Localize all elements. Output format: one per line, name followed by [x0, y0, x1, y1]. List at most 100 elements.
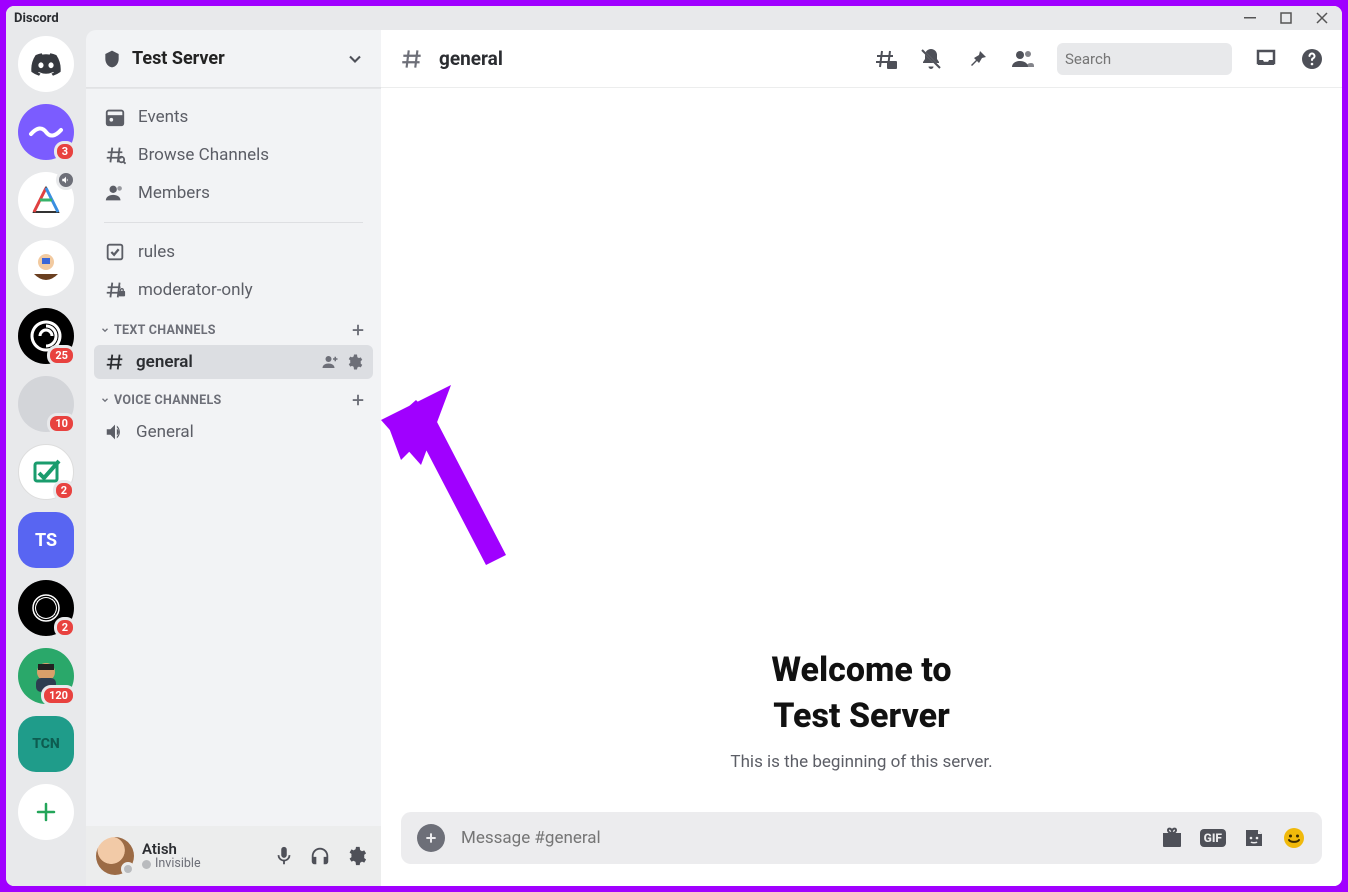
server-button[interactable]: 10 [18, 376, 74, 432]
server-button[interactable]: 3 [18, 104, 74, 160]
notifications-button[interactable] [919, 47, 943, 71]
window-close-button[interactable] [1310, 7, 1334, 29]
divider [104, 222, 363, 223]
server-label: TS [35, 530, 57, 551]
text-channels-category[interactable]: TEXT CHANNELS [94, 309, 373, 345]
members-label: Members [138, 183, 210, 203]
unread-badge: 3 [54, 141, 76, 162]
moderator-channel[interactable]: moderator-only [94, 271, 373, 309]
members-icon [1011, 47, 1035, 71]
rules-icon [104, 241, 126, 263]
channel-sidebar: Test Server Events Browse Channels Membe… [86, 30, 381, 886]
bell-mute-icon [919, 47, 943, 71]
app-name: Discord [14, 11, 59, 26]
threads-icon [873, 47, 897, 71]
members-nav[interactable]: Members [94, 174, 373, 212]
server-button[interactable]: TCN [18, 716, 74, 772]
chevron-down-icon [345, 49, 365, 69]
welcome-line1: Welcome to [771, 650, 951, 690]
window-maximize-button[interactable] [1274, 7, 1298, 29]
server-button[interactable] [18, 172, 74, 228]
gif-button[interactable]: GIF [1200, 829, 1226, 847]
browse-icon [104, 144, 126, 166]
add-channel-button[interactable] [349, 391, 367, 409]
server-boost-icon [102, 49, 122, 69]
server-button[interactable] [18, 240, 74, 296]
mute-button[interactable] [269, 841, 299, 871]
events-nav[interactable]: Events [94, 98, 373, 136]
server-icon [24, 246, 68, 290]
welcome-line2: Test Server [773, 696, 950, 736]
chevron-down-icon [100, 395, 110, 405]
hash-lock-icon [104, 279, 126, 301]
user-avatar[interactable] [96, 837, 134, 875]
threads-button[interactable] [873, 47, 897, 71]
add-channel-button[interactable] [349, 321, 367, 339]
speaker-icon [104, 421, 126, 443]
status-dot-icon [121, 862, 135, 876]
pin-icon [965, 47, 989, 71]
microphone-icon [273, 845, 295, 867]
sticker-icon [1242, 826, 1266, 850]
channel-name: General [136, 422, 194, 442]
inbox-button[interactable] [1254, 47, 1278, 71]
channel-title: general [439, 47, 503, 70]
home-server-button[interactable] [18, 36, 74, 92]
server-button[interactable]: 2 [18, 580, 74, 636]
titlebar: Discord [6, 6, 1342, 30]
search-input[interactable] [1065, 50, 1264, 68]
events-label: Events [138, 107, 188, 127]
gear-icon[interactable] [345, 353, 363, 371]
voice-channels-category[interactable]: VOICE CHANNELS [94, 379, 373, 415]
headphones-icon [309, 845, 331, 867]
browse-channels-nav[interactable]: Browse Channels [94, 136, 373, 174]
gear-icon [345, 845, 367, 867]
invite-icon[interactable] [321, 353, 339, 371]
unread-badge: 120 [41, 685, 76, 706]
pinned-button[interactable] [965, 47, 989, 71]
voice-channels-label: VOICE CHANNELS [114, 393, 222, 408]
discord-logo-icon [31, 52, 61, 76]
server-button[interactable]: 2 [18, 444, 74, 500]
server-label: TCN [32, 736, 60, 752]
sticker-button[interactable] [1242, 826, 1266, 850]
calendar-icon [104, 106, 126, 128]
search-box[interactable] [1057, 43, 1232, 75]
gift-icon [1160, 826, 1184, 850]
add-server-button[interactable] [18, 784, 74, 840]
emoji-icon [1282, 826, 1306, 850]
help-button[interactable] [1300, 47, 1324, 71]
server-header[interactable]: Test Server [86, 30, 381, 88]
text-channels-label: TEXT CHANNELS [114, 323, 216, 338]
server-button[interactable]: 120 [18, 648, 74, 704]
member-list-button[interactable] [1011, 47, 1035, 71]
server-button[interactable]: 25 [18, 308, 74, 364]
hash-icon [104, 351, 126, 373]
server-button[interactable]: TS [18, 512, 74, 568]
channel-name: general [136, 352, 193, 372]
server-rail: 3 25 10 2 TS 2 [6, 30, 86, 886]
voice-indicator-icon [56, 170, 76, 190]
user-settings-button[interactable] [341, 841, 371, 871]
unread-badge: 2 [54, 617, 76, 638]
gift-button[interactable] [1160, 826, 1184, 850]
server-name: Test Server [132, 48, 225, 69]
emoji-button[interactable] [1282, 826, 1306, 850]
user-panel[interactable]: Atish Invisible [86, 826, 381, 886]
general-voice-channel[interactable]: General [94, 415, 373, 449]
inbox-icon [1254, 47, 1278, 71]
browse-label: Browse Channels [138, 145, 269, 165]
attach-button[interactable] [417, 824, 445, 852]
window-minimize-button[interactable] [1238, 7, 1262, 29]
rules-channel[interactable]: rules [94, 233, 373, 271]
members-icon [104, 182, 126, 204]
general-text-channel[interactable]: general [94, 345, 373, 379]
plus-icon [34, 800, 58, 824]
unread-badge: 10 [47, 413, 76, 434]
welcome-block: Welcome toTest Server This is the beginn… [401, 648, 1322, 772]
message-input[interactable] [461, 828, 1144, 848]
help-icon [1300, 47, 1324, 71]
user-status: Invisible [155, 857, 201, 871]
message-composer[interactable]: GIF [401, 812, 1322, 864]
deafen-button[interactable] [305, 841, 335, 871]
